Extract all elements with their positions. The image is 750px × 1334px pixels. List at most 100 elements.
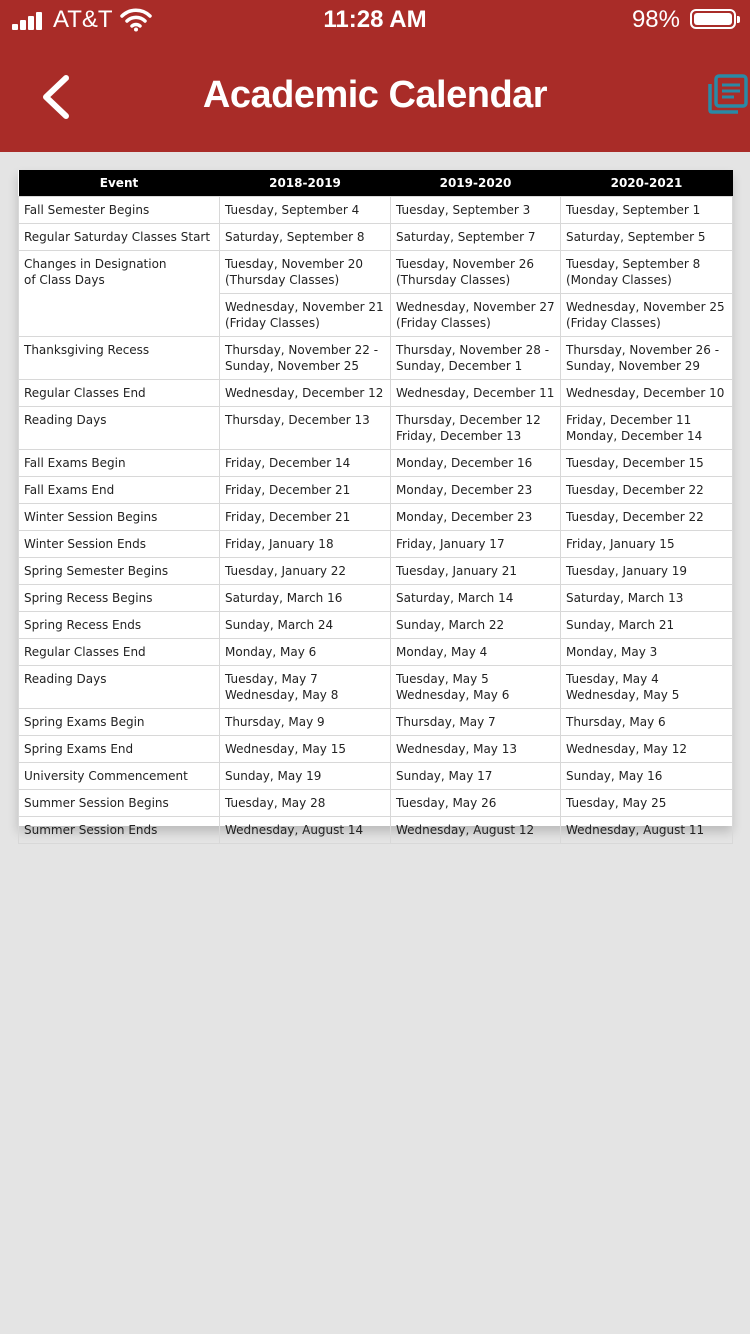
- table-row: Spring Recess Begins Saturday, March 16 …: [18, 584, 733, 612]
- date-cell: Tuesday, May 26: [390, 789, 561, 817]
- battery-percentage: 98%: [631, 6, 680, 33]
- event-cell: Regular Classes End: [18, 638, 220, 666]
- date-cell: Wednesday, November 21 (Friday Classes): [219, 293, 391, 337]
- table-row: Reading Days Thursday, December 13 Thurs…: [18, 406, 733, 450]
- table-header-row: Event 2018-2019 2019-2020 2020-2021: [18, 170, 733, 197]
- table-row: Summer Session Ends Wednesday, August 14…: [18, 816, 733, 844]
- event-cell: Winter Session Begins: [18, 503, 220, 531]
- event-cell: Regular Saturday Classes Start: [18, 223, 220, 251]
- date-cell: Tuesday, January 22: [219, 557, 391, 585]
- date-cell: Tuesday, September 4: [219, 196, 391, 224]
- event-cell: Summer Session Ends: [18, 816, 220, 844]
- academic-calendar-table: Event 2018-2019 2019-2020 2020-2021 Fall…: [18, 170, 733, 844]
- event-cell: Spring Exams End: [18, 735, 220, 763]
- date-cell: Wednesday, May 13: [390, 735, 561, 763]
- date-cell: Monday, May 6: [219, 638, 391, 666]
- header-2019-2020: 2019-2020: [390, 170, 561, 197]
- date-cell: Wednesday, August 12: [390, 816, 561, 844]
- table-row: Fall Semester Begins Tuesday, September …: [18, 196, 733, 224]
- table-row: University Commencement Sunday, May 19 S…: [18, 762, 733, 790]
- event-cell: Changes in Designation of Class Days: [18, 250, 220, 337]
- table-row: Fall Exams End Friday, December 21 Monda…: [18, 476, 733, 504]
- date-cell: Tuesday, December 15: [560, 449, 733, 477]
- table-row: Fall Exams Begin Friday, December 14 Mon…: [18, 449, 733, 477]
- header-event: Event: [18, 170, 220, 197]
- date-cell: Thursday, December 13: [219, 406, 391, 450]
- table-row: Regular Classes End Monday, May 6 Monday…: [18, 638, 733, 666]
- date-cell: Sunday, March 21: [560, 611, 733, 639]
- date-cell: Tuesday, November 20 (Thursday Classes): [219, 250, 391, 294]
- table-row: Reading Days Tuesday, May 7 Wednesday, M…: [18, 665, 733, 709]
- date-cell: Friday, December 21: [219, 476, 391, 504]
- date-cell: Tuesday, May 7 Wednesday, May 8: [219, 665, 391, 709]
- date-cell: Tuesday, September 8 (Monday Classes): [560, 250, 733, 294]
- date-cell: Wednesday, December 10: [560, 379, 733, 407]
- date-cell: Sunday, May 16: [560, 762, 733, 790]
- date-cell: Saturday, September 7: [390, 223, 561, 251]
- event-cell: University Commencement: [18, 762, 220, 790]
- date-cell: Saturday, March 14: [390, 584, 561, 612]
- event-cell: Fall Semester Begins: [18, 196, 220, 224]
- page-title: Academic Calendar: [202, 74, 548, 116]
- app-header: AT&T 11:28 AM 98% Academic Calendar: [0, 0, 750, 152]
- event-cell: Spring Recess Begins: [18, 584, 220, 612]
- documents-icon[interactable]: [704, 74, 748, 118]
- table-row: Changes in Designation of Class Days Tue…: [18, 250, 733, 337]
- date-cell: Wednesday, November 25 (Friday Classes): [560, 293, 733, 337]
- date-cell: Thursday, December 12 Friday, December 1…: [390, 406, 561, 450]
- date-cell: Sunday, May 19: [219, 762, 391, 790]
- event-cell: Fall Exams End: [18, 476, 220, 504]
- event-cell: Winter Session Ends: [18, 530, 220, 558]
- date-cell: Wednesday, December 12: [219, 379, 391, 407]
- event-cell: Summer Session Begins: [18, 789, 220, 817]
- header-2018-2019: 2018-2019: [219, 170, 391, 197]
- table-row: Spring Exams Begin Thursday, May 9 Thurs…: [18, 708, 733, 736]
- date-cell: Thursday, November 22 - Sunday, November…: [219, 336, 391, 380]
- table-row: Regular Classes End Wednesday, December …: [18, 379, 733, 407]
- date-cell: Tuesday, May 4 Wednesday, May 5: [560, 665, 733, 709]
- table-row: Thanksgiving Recess Thursday, November 2…: [18, 336, 733, 380]
- date-cell: Monday, May 3: [560, 638, 733, 666]
- header-2020-2021: 2020-2021: [560, 170, 733, 197]
- date-cell: Friday, December 21: [219, 503, 391, 531]
- date-cell: Wednesday, August 14: [219, 816, 391, 844]
- table-row: Winter Session Ends Friday, January 18 F…: [18, 530, 733, 558]
- table-row: Winter Session Begins Friday, December 2…: [18, 503, 733, 531]
- date-cell: Saturday, March 16: [219, 584, 391, 612]
- calendar-card: Event 2018-2019 2019-2020 2020-2021 Fall…: [18, 170, 733, 844]
- table-row: Regular Saturday Classes Start Saturday,…: [18, 223, 733, 251]
- table-row: Spring Recess Ends Sunday, March 24 Sund…: [18, 611, 733, 639]
- date-cell: Thursday, May 7: [390, 708, 561, 736]
- date-cell: Friday, January 18: [219, 530, 391, 558]
- date-cell: Tuesday, December 22: [560, 503, 733, 531]
- date-cell: Wednesday, May 12: [560, 735, 733, 763]
- event-cell: Spring Recess Ends: [18, 611, 220, 639]
- date-cell: Tuesday, September 3: [390, 196, 561, 224]
- date-cell: Tuesday, May 5 Wednesday, May 6: [390, 665, 561, 709]
- date-cell: Wednesday, November 27 (Friday Classes): [390, 293, 561, 337]
- date-cell: Wednesday, May 15: [219, 735, 391, 763]
- date-cell: Monday, May 4: [390, 638, 561, 666]
- date-cell: Tuesday, May 28: [219, 789, 391, 817]
- date-cell: Friday, January 17: [390, 530, 561, 558]
- date-cell: Friday, December 11 Monday, December 14: [560, 406, 733, 450]
- date-cell: Wednesday, December 11: [390, 379, 561, 407]
- battery-icon: [690, 9, 740, 29]
- date-cell: Friday, December 14: [219, 449, 391, 477]
- date-cell: Saturday, September 8: [219, 223, 391, 251]
- status-bar: AT&T 11:28 AM 98%: [0, 0, 750, 40]
- date-cell: Tuesday, January 21: [390, 557, 561, 585]
- event-cell: Spring Exams Begin: [18, 708, 220, 736]
- event-cell: Fall Exams Begin: [18, 449, 220, 477]
- date-cell: Tuesday, September 1: [560, 196, 733, 224]
- date-cell: Tuesday, December 22: [560, 476, 733, 504]
- event-cell: Reading Days: [18, 665, 220, 709]
- event-cell: Reading Days: [18, 406, 220, 450]
- event-cell: Spring Semester Begins: [18, 557, 220, 585]
- event-cell: Regular Classes End: [18, 379, 220, 407]
- date-cell: Monday, December 16: [390, 449, 561, 477]
- date-cell: Tuesday, November 26 (Thursday Classes): [390, 250, 561, 294]
- date-cell: Thursday, May 6: [560, 708, 733, 736]
- date-cell: Tuesday, January 19: [560, 557, 733, 585]
- date-cell: Wednesday, August 11: [560, 816, 733, 844]
